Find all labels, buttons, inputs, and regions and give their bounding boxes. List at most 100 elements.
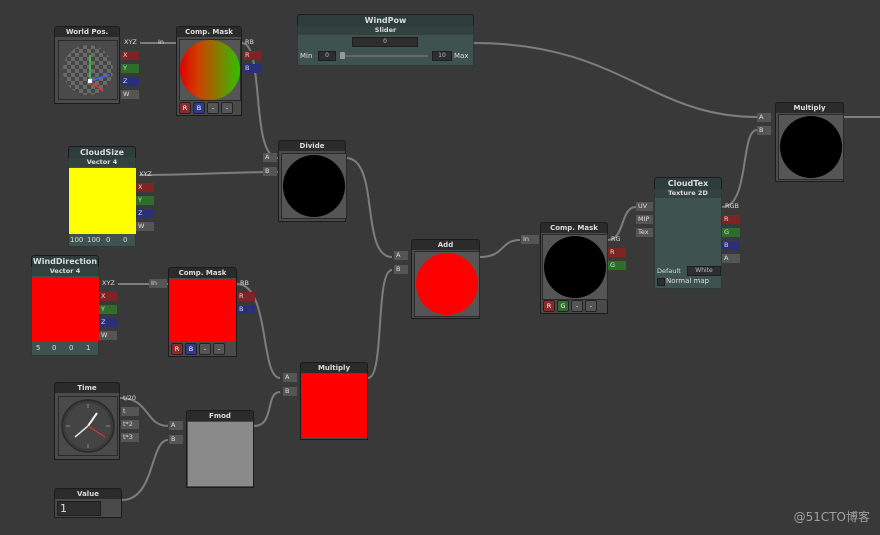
node-fmod[interactable]: Fmod A B [169,410,254,488]
world-pos-preview [58,40,118,100]
port-in[interactable]: In [521,235,539,244]
color-swatch[interactable] [69,168,136,234]
port-z[interactable]: Z [136,209,154,218]
vector-value-w[interactable]: 0 [123,236,127,244]
port-in[interactable]: In [149,279,167,288]
node-comp-mask-1[interactable]: Comp. Mask R B - - In RB R B [158,26,261,116]
port-g[interactable]: G [608,261,626,270]
min-field[interactable]: 0 [318,51,336,61]
port-x[interactable]: X [136,183,154,192]
port-t[interactable]: t [121,407,139,416]
vector-value-z[interactable]: 0 [69,344,73,352]
port-xyz[interactable]: XYZ [122,38,139,47]
port-b[interactable]: B [283,387,297,396]
port-b[interactable]: B [243,64,261,73]
port-x[interactable]: X [121,51,139,60]
port-w[interactable]: W [136,222,154,231]
default-texture-dropdown[interactable]: White [687,266,721,276]
port-y[interactable]: Y [121,64,139,73]
port-rb[interactable]: RB [243,38,256,47]
wire-cloudtex-multiply1-b [721,129,758,208]
mask-button-g[interactable]: G [557,300,569,312]
node-multiply-2[interactable]: Multiply A B [283,362,368,440]
mask-button-b[interactable]: B [193,102,205,114]
port-in[interactable]: In [156,38,166,47]
port-mip[interactable]: MIP [636,215,653,224]
mask-button-r[interactable]: R [179,102,191,114]
port-t-3[interactable]: t*3 [121,433,139,442]
node-subtitle: Texture 2D [655,189,721,198]
vector-value-y[interactable]: 0 [52,344,56,352]
port-rg[interactable]: RG [609,235,623,244]
port-uv[interactable]: UV [636,202,653,211]
port-a[interactable]: A [263,153,277,162]
node-world-pos[interactable]: World Pos. XYZ X Y Z W [54,26,139,104]
vector-value-z[interactable]: 0 [106,236,110,244]
node-multiply-1[interactable]: Multiply A B [757,102,844,182]
port-a[interactable]: A [283,373,297,382]
wire-value-fmod-b [121,439,169,501]
vector-value-w[interactable]: 1 [86,344,90,352]
wire-cloudsize-divide-b [139,171,279,176]
mask-button-off-2[interactable]: - [221,102,233,114]
port-x[interactable]: X [99,292,117,301]
port-g[interactable]: G [722,228,740,237]
value-field[interactable]: 1 [57,501,101,516]
port-z[interactable]: Z [121,77,139,86]
port-r[interactable]: R [722,215,740,224]
normal-map-checkbox[interactable] [657,278,665,286]
node-cloud-size[interactable]: CloudSize Vector 4 100 100 0 0 XYZ X Y Z… [68,146,154,247]
port-b[interactable]: B [169,435,183,444]
port-r[interactable]: R [243,51,261,60]
mask-button-r[interactable]: R [543,300,555,312]
vector-value-x[interactable]: 100 [70,236,83,244]
port-rgb[interactable]: RGB [723,202,741,211]
port-b[interactable]: B [722,241,740,250]
port-rb[interactable]: RB [238,279,251,288]
node-comp-mask-3[interactable]: Comp. Mask R G - - In RG R G [521,222,626,314]
port-w[interactable]: W [99,331,117,340]
mask-button-off-1[interactable]: - [571,300,583,312]
black-ball [544,236,606,298]
node-wind-direction[interactable]: WindDirection Vector 4 5 0 0 1 XYZ X Y Z… [31,255,117,356]
port-r[interactable]: R [608,248,626,257]
max-field[interactable]: 10 [432,51,452,61]
port-y[interactable]: Y [136,196,154,205]
port-b[interactable]: B [237,305,255,314]
port-y[interactable]: Y [99,305,117,314]
slider-thumb[interactable] [340,52,345,59]
port-a[interactable]: A [169,421,183,430]
color-swatch[interactable] [32,277,99,341]
vector-value-x[interactable]: 5 [36,344,40,352]
mask-button-off-1[interactable]: - [207,102,219,114]
mask-button-off-2[interactable]: - [585,300,597,312]
node-comp-mask-2[interactable]: Comp. Mask R B - - In RB R B [149,267,255,357]
port-t-20[interactable]: t/20 [121,394,138,403]
port-a[interactable]: A [757,113,771,122]
slider-value-field[interactable]: 0 [352,37,418,47]
node-time[interactable]: Time t/20 t t*2 t*3 [54,382,139,460]
mask-button-b[interactable]: B [185,343,197,355]
mask-button-off-2[interactable]: - [213,343,225,355]
port-xyz[interactable]: XYZ [100,279,117,288]
node-wind-pow[interactable]: WindPow Slider 0 Min 0 10 Max [297,14,474,66]
port-b[interactable]: B [263,167,277,176]
port-w[interactable]: W [121,90,139,99]
node-divide[interactable]: Divide A B [263,140,347,222]
port-b[interactable]: B [757,126,771,135]
mask-button-r[interactable]: R [171,343,183,355]
port-tex[interactable]: Tex [636,228,653,237]
node-add[interactable]: Add A B [394,239,480,319]
mask-button-off-1[interactable]: - [199,343,211,355]
node-value[interactable]: Value 1 [54,488,122,518]
node-cloud-tex[interactable]: CloudTex Texture 2D Default White Normal… [636,177,740,289]
port-a[interactable]: A [394,251,408,260]
slider-track[interactable] [340,55,428,57]
vector-value-y[interactable]: 100 [87,236,100,244]
port-b[interactable]: B [394,265,408,274]
port-a[interactable]: A [722,254,740,263]
port-xyz[interactable]: XYZ [137,170,154,179]
port-r[interactable]: R [237,292,255,301]
port-t-2[interactable]: t*2 [121,420,139,429]
port-z[interactable]: Z [99,318,117,327]
